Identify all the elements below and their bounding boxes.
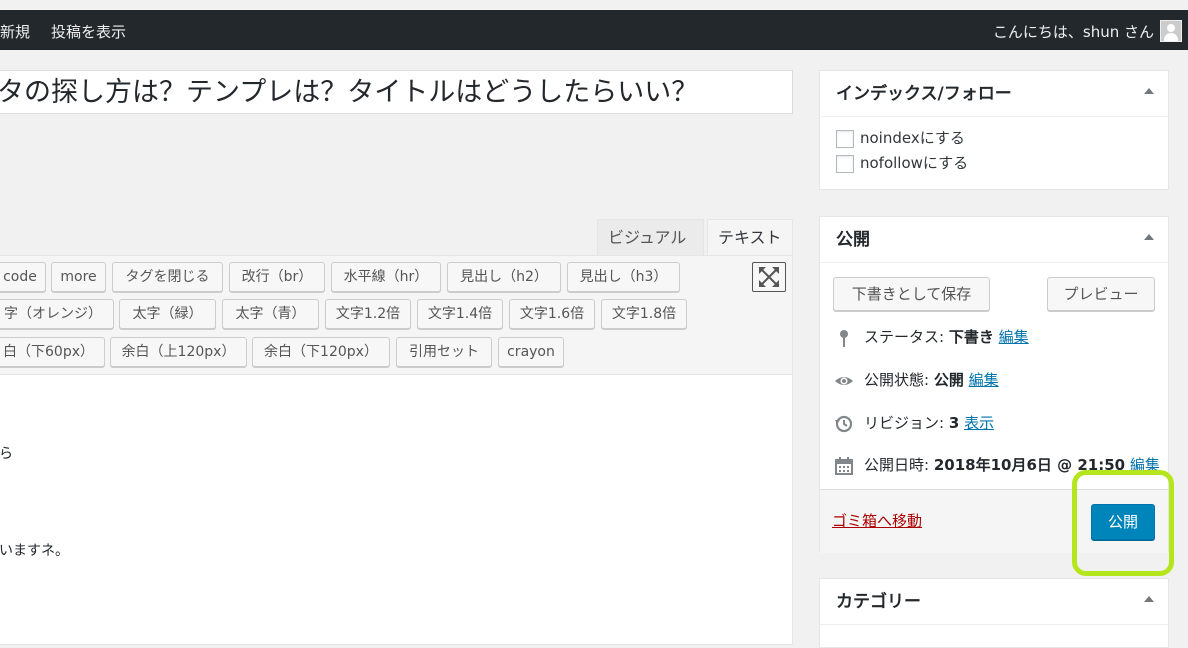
quicktag-button[interactable]: 余白（下120px） — [252, 337, 390, 367]
schedule-edit-link[interactable]: 編集 — [1130, 456, 1160, 474]
revision-value: 3 — [948, 414, 960, 432]
admin-bar-greeting[interactable]: こんにちは、shun さん — [993, 21, 1154, 42]
noindex-label: noindexにする — [860, 129, 965, 147]
schedule-row: 公開日時: 2018年10月6日 @ 21:50 編集 — [834, 454, 1160, 476]
quicktag-button[interactable]: 文字1.8倍 — [601, 299, 687, 329]
quicktag-button[interactable]: 余白（上120px） — [110, 337, 247, 367]
quicktag-button[interactable]: 字（オレンジ） — [0, 299, 114, 329]
content-line: ら — [0, 446, 13, 462]
quicktag-button[interactable]: 文字1.4倍 — [417, 299, 503, 329]
collapse-arrow-icon[interactable] — [1144, 88, 1154, 94]
post-title-input[interactable]: タの探し方は？テンプレは？タイトルはどうしたらいい？ — [0, 70, 793, 114]
visibility-edit-link[interactable]: 編集 — [969, 371, 999, 389]
status-row: ステータス: 下書き 編集 — [834, 326, 1029, 348]
index-follow-box: インデックス/フォロー noindexにする nofollowにする — [819, 70, 1169, 190]
revision-row: リビジョン: 3 表示 — [834, 412, 994, 434]
quicktag-button[interactable]: 見出し（h2） — [447, 262, 561, 292]
quicktag-button[interactable]: 文字1.2倍 — [325, 299, 411, 329]
quicktag-button[interactable]: タグを閉じる — [112, 262, 223, 292]
revision-label: リビジョン: — [864, 414, 945, 432]
tab-visual[interactable]: ビジュアル — [597, 219, 704, 255]
quicktag-button[interactable]: 太字（緑） — [119, 299, 216, 329]
admin-bar-view-post-link[interactable]: 投稿を表示 — [51, 21, 126, 42]
collapse-arrow-icon[interactable] — [1144, 234, 1154, 240]
noindex-checkbox[interactable] — [836, 129, 854, 148]
save-draft-button[interactable]: 下書きとして保存 — [833, 277, 990, 311]
schedule-value: 2018年10月6日 @ 21:50 — [933, 456, 1126, 474]
quicktag-button[interactable]: 太字（青） — [222, 299, 319, 329]
content-line: いますネ。 — [0, 543, 69, 559]
index-follow-box-title[interactable]: インデックス/フォロー — [820, 71, 1168, 117]
content-textarea[interactable]: ら いますネ。 — [0, 375, 793, 645]
quicktag-button[interactable]: 水平線（hr） — [331, 262, 441, 292]
pin-icon — [840, 329, 848, 347]
major-publishing-actions: ゴミ箱へ移動 公開 — [820, 489, 1168, 553]
status-edit-link[interactable]: 編集 — [999, 328, 1029, 346]
quicktag-button[interactable]: 白（下60px） — [0, 337, 105, 367]
avatar[interactable] — [1160, 20, 1182, 42]
nofollow-label: nofollowにする — [860, 154, 969, 172]
fullscreen-icon — [759, 267, 779, 287]
quicktag-button[interactable]: 文字1.6倍 — [509, 299, 595, 329]
quicktag-button[interactable]: crayon — [498, 337, 564, 367]
calendar-icon — [835, 456, 853, 475]
fullscreen-button[interactable] — [752, 262, 786, 292]
quicktag-button[interactable]: 改行（br） — [229, 262, 325, 292]
tab-text[interactable]: テキスト — [707, 219, 793, 255]
quicktag-button[interactable]: more — [51, 262, 106, 292]
visibility-row: 公開状態: 公開 編集 — [834, 369, 999, 391]
noindex-option[interactable]: noindexにする — [836, 128, 965, 148]
eye-icon — [835, 376, 853, 385]
admin-bar: 新規 投稿を表示 こんにちは、shun さん — [0, 10, 1188, 50]
nofollow-option[interactable]: nofollowにする — [836, 153, 968, 173]
schedule-label: 公開日時: — [864, 456, 930, 474]
revision-history-icon — [835, 415, 853, 432]
publish-button[interactable]: 公開 — [1091, 504, 1155, 540]
nofollow-checkbox[interactable] — [836, 154, 854, 173]
top-strip — [0, 0, 1188, 10]
publish-box-title[interactable]: 公開 — [820, 217, 1168, 263]
admin-bar-new-link[interactable]: 新規 — [0, 21, 30, 42]
preview-button[interactable]: プレビュー — [1047, 277, 1155, 311]
collapse-arrow-icon[interactable] — [1144, 596, 1154, 602]
visibility-label: 公開状態: — [864, 371, 930, 389]
status-value: 下書き — [948, 328, 994, 346]
visibility-value: 公開 — [933, 371, 964, 389]
category-box: カテゴリー — [819, 578, 1169, 648]
category-box-title[interactable]: カテゴリー — [820, 579, 1168, 625]
quicktag-button[interactable]: 見出し（h3） — [567, 262, 680, 292]
quicktag-button[interactable]: code — [0, 262, 46, 292]
trash-link[interactable]: ゴミ箱へ移動 — [832, 510, 922, 531]
status-label: ステータス: — [864, 328, 945, 346]
quicktag-button[interactable]: 引用セット — [396, 337, 492, 367]
publish-box: 公開 下書きとして保存 プレビュー ステータス: 下書き 編集 公開状態: 公開… — [819, 216, 1169, 553]
revision-view-link[interactable]: 表示 — [964, 414, 994, 432]
